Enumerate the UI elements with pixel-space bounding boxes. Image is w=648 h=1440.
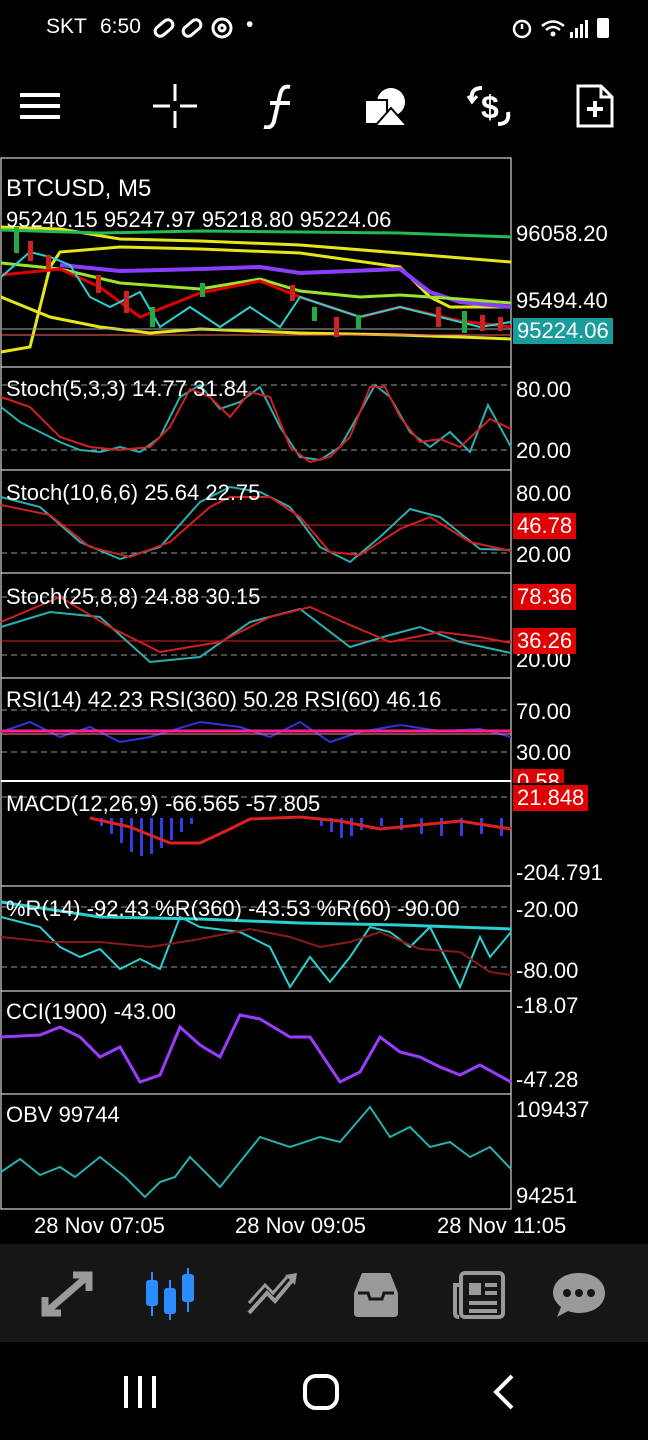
objects-button[interactable] xyxy=(353,74,417,138)
ohlc-readout: 95240.15 95247.97 95218.80 95224.06 xyxy=(6,207,392,232)
nav-history[interactable] xyxy=(344,1264,408,1324)
time-label-3: 28 Nov 11:05 xyxy=(437,1213,567,1238)
shapes-icon xyxy=(364,88,409,127)
trade-button[interactable]: $ xyxy=(458,74,522,138)
new-order-button[interactable] xyxy=(563,74,627,138)
macd-axis-bottom: -204.791 xyxy=(516,860,603,885)
system-navigation xyxy=(0,1342,648,1440)
messages-icon xyxy=(553,1273,605,1317)
back-icon xyxy=(493,1374,514,1410)
cci-label: CCI(1900) -43.00 xyxy=(6,999,176,1024)
menu-icon xyxy=(20,93,60,119)
crosshair-icon xyxy=(153,84,197,128)
trade-icon xyxy=(247,1273,297,1315)
nav-quotes[interactable] xyxy=(35,1264,99,1324)
chart-icon xyxy=(146,1268,194,1320)
clock: 6:50 xyxy=(100,15,141,38)
notification-icons xyxy=(153,17,233,39)
history-icon xyxy=(354,1273,398,1317)
cci-axis-bottom: -47.28 xyxy=(516,1067,579,1092)
obv-label: OBV 99744 xyxy=(6,1102,120,1127)
back-button[interactable] xyxy=(474,1366,534,1418)
recents-button[interactable] xyxy=(110,1366,170,1418)
status-bar: SKT 6:50 • xyxy=(0,0,648,56)
nav-chart[interactable] xyxy=(138,1264,202,1324)
stoch2-axis-bottom: 20.00 xyxy=(516,542,572,567)
bottom-navigation xyxy=(0,1244,648,1342)
crosshair-button[interactable] xyxy=(143,74,207,138)
recents-icon xyxy=(124,1376,156,1408)
stoch1-axis-bottom: 20.00 xyxy=(516,438,572,463)
macd-label: MACD(12,26,9) -66.565 -57.805 xyxy=(6,791,321,816)
stoch3-tag-bottom: 36.26 xyxy=(513,628,577,654)
indicators-button[interactable] xyxy=(248,74,312,138)
nav-trade[interactable] xyxy=(241,1264,305,1324)
status-icons xyxy=(512,18,609,39)
stoch3-label: Stoch(25,8,8) 24.88 30.15 xyxy=(6,584,261,609)
macd-tag: 21.848 xyxy=(513,785,589,811)
svg-text:$: $ xyxy=(481,89,499,125)
price-panel xyxy=(0,225,512,354)
function-icon xyxy=(263,84,291,129)
stoch2-label: Stoch(10,6,6) 25.64 22.75 xyxy=(6,480,261,505)
chart-area[interactable]: BTCUSD, M5 95240.15 95247.97 95218.80 95… xyxy=(0,157,648,1244)
carrier-label: SKT xyxy=(46,15,87,38)
price-axis-top: 96058.20 xyxy=(516,221,608,246)
obv-axis-bottom: 94251 xyxy=(516,1183,578,1208)
home-icon xyxy=(303,1374,339,1410)
cci-panel xyxy=(0,1013,512,1084)
wpr-axis-top: -20.00 xyxy=(516,897,579,922)
stoch2-tag: 46.78 xyxy=(513,513,577,539)
news-icon xyxy=(453,1271,505,1319)
stoch2-axis-top: 80.00 xyxy=(516,481,572,506)
stoch1-axis-top: 80.00 xyxy=(516,377,572,402)
more-notifications-dot: • xyxy=(246,13,254,36)
home-button[interactable] xyxy=(291,1366,351,1418)
quotes-icon xyxy=(41,1271,93,1317)
rsi-label: RSI(14) 42.23 RSI(360) 50.28 RSI(60) 46.… xyxy=(6,687,442,712)
cci-axis-top: -18.07 xyxy=(516,993,579,1018)
rsi-panel xyxy=(0,709,512,753)
stoch3-tag-top: 78.36 xyxy=(513,584,577,610)
obv-axis-top: 109437 xyxy=(516,1097,590,1122)
wpr-axis-bottom: -80.00 xyxy=(516,958,579,983)
nav-news[interactable] xyxy=(447,1264,511,1324)
stoch1-label: Stoch(5,3,3) 14.77 31.84 xyxy=(6,376,249,401)
menu-button[interactable] xyxy=(8,74,72,138)
toolbar: $ xyxy=(0,56,648,156)
time-label-2: 28 Nov 09:05 xyxy=(235,1213,366,1238)
new-document-icon xyxy=(576,84,614,128)
current-price-tag: 95224.06 xyxy=(513,318,613,344)
time-label-1: 28 Nov 07:05 xyxy=(34,1213,165,1238)
wpr-label: %R(14) -92.43 %R(360) -43.53 %R(60) -90.… xyxy=(6,896,460,921)
symbol-label: BTCUSD, M5 xyxy=(6,175,152,202)
nav-messages[interactable] xyxy=(547,1264,611,1324)
price-axis-mid: 95494.40 xyxy=(516,288,608,313)
trade-icon: $ xyxy=(466,86,511,126)
rsi-axis-top: 70.00 xyxy=(516,699,572,724)
rsi-tag-partial: 0.58 xyxy=(513,769,564,783)
rsi-axis-bottom: 30.00 xyxy=(516,740,572,765)
